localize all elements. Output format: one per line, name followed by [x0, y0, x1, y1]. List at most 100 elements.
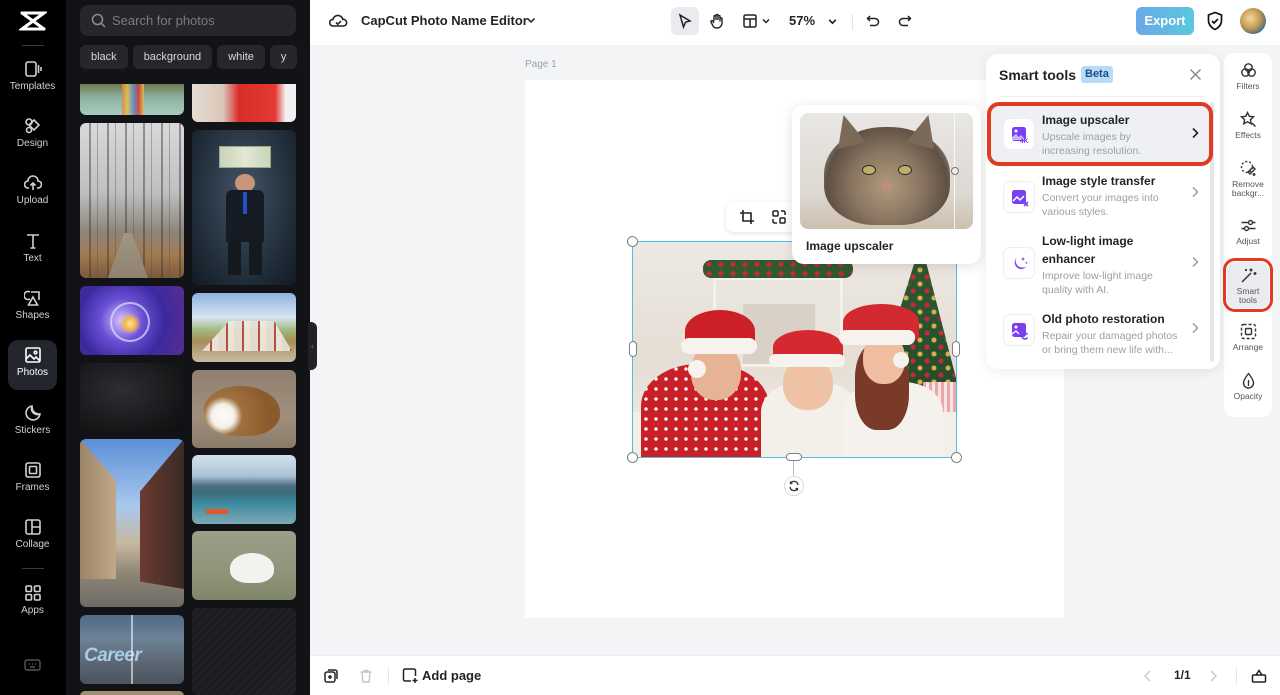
photo-thumb-candle-glass[interactable]: [80, 286, 184, 355]
resize-handle-right[interactable]: [952, 341, 960, 357]
capcut-editor: Templates Design Upload Text Shapes Phot…: [0, 0, 1280, 695]
replace-icon[interactable]: [771, 209, 787, 225]
document-title[interactable]: CapCut Photo Name Editor: [361, 13, 528, 28]
tool-name: Image upscaler: [1042, 113, 1130, 127]
resize-handle-bottom[interactable]: [786, 453, 802, 461]
photo-thumb-guinea-pig[interactable]: [192, 370, 296, 448]
rail-item-text[interactable]: Text: [8, 226, 57, 276]
prop-arrange[interactable]: Arrange: [1227, 318, 1269, 364]
chevron-down-icon: [762, 18, 770, 24]
search-input[interactable]: [112, 5, 288, 36]
resize-handle-bottom-right[interactable]: [951, 452, 962, 463]
photo-search[interactable]: [80, 5, 296, 36]
rail-item-templates[interactable]: Templates: [8, 54, 57, 104]
prop-filters[interactable]: Filters: [1227, 57, 1269, 103]
rail-label: Collage: [15, 539, 50, 550]
cloud-saved-icon[interactable]: [329, 12, 348, 29]
shapes-icon: [23, 290, 40, 306]
prop-effects[interactable]: Effects: [1227, 106, 1269, 152]
prop-label: Filters: [1236, 81, 1260, 91]
scrollbar[interactable]: [1210, 102, 1214, 362]
rail-label: Text: [23, 253, 42, 264]
style-transfer-icon: [1012, 190, 1029, 207]
zoom-level[interactable]: 57%: [789, 13, 815, 28]
smart-tools-panel: Smart tools Beta 4K Image upscaler Upsca…: [986, 54, 1220, 369]
prev-page-icon[interactable]: [1142, 668, 1154, 684]
tool-low-light-enhancer[interactable]: Low-light image enhancer Improve low-lig…: [990, 228, 1210, 298]
rotate-handle[interactable]: [784, 476, 804, 496]
photo-thumb-dark-texture[interactable]: [80, 363, 184, 432]
chevron-down-icon: [828, 19, 837, 25]
selected-family-photo[interactable]: [633, 242, 956, 457]
delete-page-icon[interactable]: [358, 668, 374, 684]
undo-button[interactable]: [859, 7, 887, 35]
tool-image-upscaler[interactable]: 4K Image upscaler Upscale images by incr…: [987, 102, 1213, 166]
photo-thumb-european-street[interactable]: [80, 439, 184, 607]
prop-smart-tools[interactable]: Smart tools: [1223, 258, 1273, 312]
photo-thumb-dark-pattern[interactable]: [192, 608, 296, 695]
export-button[interactable]: Export: [1136, 7, 1194, 35]
resize-handle-top-left[interactable]: [627, 236, 638, 247]
templates-icon: [24, 61, 42, 77]
page-panel-toggle-icon[interactable]: [1251, 668, 1267, 684]
rail-divider: [22, 568, 44, 569]
prop-opacity[interactable]: Opacity: [1227, 367, 1269, 413]
chip-background[interactable]: background: [132, 45, 213, 69]
add-page-label: Add page: [422, 668, 482, 683]
chip-white[interactable]: white: [217, 45, 265, 69]
photo-thumb-white-puppy[interactable]: [192, 531, 296, 600]
layout-menu-button[interactable]: [736, 7, 776, 35]
photo-thumb-man-with-dollar[interactable]: [192, 130, 296, 285]
tool-old-photo-restoration[interactable]: Old photo restoration Repair your damage…: [990, 306, 1210, 364]
prop-label: tools: [1239, 295, 1257, 305]
chevron-down-icon[interactable]: [525, 14, 537, 26]
rail-item-stickers[interactable]: Stickers: [8, 398, 57, 448]
keyboard-icon[interactable]: [24, 658, 41, 672]
photo-thumb-partial[interactable]: [80, 691, 184, 695]
chip-more[interactable]: y: [269, 45, 298, 69]
rail-item-collage[interactable]: Collage: [8, 512, 57, 562]
bottom-divider: [1236, 668, 1237, 684]
duplicate-page-icon[interactable]: [323, 668, 339, 684]
prop-adjust[interactable]: Adjust: [1227, 212, 1269, 258]
tool-image-style-transfer[interactable]: Image style transfer Convert your images…: [990, 168, 1210, 226]
photo-thumb-mountain-lake[interactable]: [192, 455, 296, 524]
rail-item-apps[interactable]: Apps: [8, 578, 57, 628]
resize-handle-bottom-left[interactable]: [627, 452, 638, 463]
tool-desc: Improve low-light image: [1042, 270, 1153, 282]
crop-icon[interactable]: [739, 209, 755, 225]
next-page-icon[interactable]: [1207, 668, 1219, 684]
capcut-logo-icon[interactable]: [19, 10, 47, 32]
select-tool-button[interactable]: [671, 7, 699, 35]
upscale-4k-icon: 4K: [1012, 127, 1029, 144]
photo-thumb-career-road[interactable]: Career: [80, 615, 184, 684]
photo-thumb-foggy-forest[interactable]: [80, 123, 184, 278]
photo-thumb-hillside-temples[interactable]: [192, 293, 296, 362]
page-label: Page 1: [525, 59, 557, 70]
hand-tool-button[interactable]: [703, 7, 731, 35]
photo-thumb-river-bridge[interactable]: [80, 84, 184, 115]
prop-label: Opacity: [1233, 391, 1263, 401]
close-icon[interactable]: [1189, 68, 1202, 81]
rail-item-upload[interactable]: Upload: [8, 168, 57, 218]
tool-name: Low-light image: [1042, 234, 1134, 248]
collapse-panel-handle[interactable]: ‹: [308, 322, 317, 370]
rail-item-frames[interactable]: Frames: [8, 455, 57, 505]
apps-icon: [24, 585, 41, 601]
photo-thumb-red-jacket[interactable]: [192, 84, 296, 122]
toolbar-divider: [852, 14, 853, 30]
rail-item-design[interactable]: Design: [8, 111, 57, 161]
pointer-icon: [678, 13, 692, 29]
prop-label: Arrange: [1232, 342, 1264, 352]
left-rail: Templates Design Upload Text Shapes Phot…: [0, 0, 66, 695]
prop-remove-background[interactable]: Remove backgr...: [1227, 155, 1269, 205]
rail-item-shapes[interactable]: Shapes: [8, 283, 57, 333]
user-avatar[interactable]: [1240, 8, 1266, 34]
rail-item-photos[interactable]: Photos: [8, 340, 57, 390]
resize-handle-left[interactable]: [629, 341, 637, 357]
redo-button[interactable]: [891, 7, 919, 35]
shield-check-icon[interactable]: [1206, 11, 1224, 31]
zoom-menu-button[interactable]: [823, 7, 843, 35]
redo-icon: [898, 15, 912, 27]
chip-black[interactable]: black: [80, 45, 128, 69]
